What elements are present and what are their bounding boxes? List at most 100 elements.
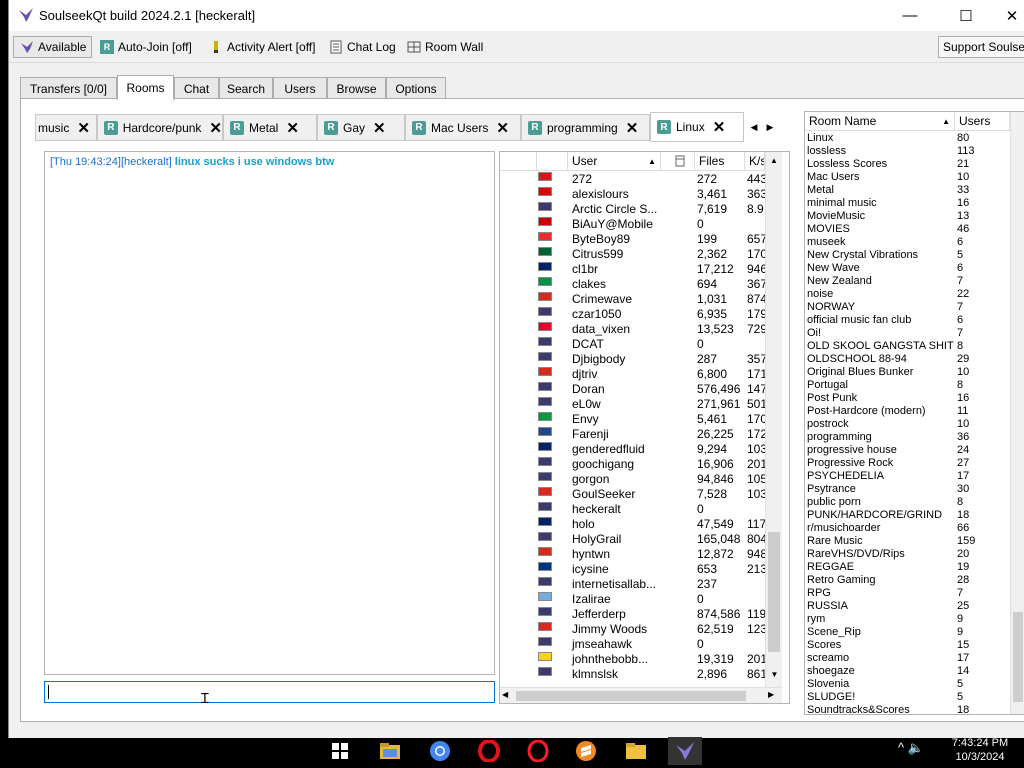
table-row[interactable]: Farenji 26,225 172 [500,427,767,442]
file-column-header[interactable] [661,152,695,171]
list-item[interactable]: official music fan club 6 [805,314,1010,327]
list-item[interactable]: Linux 80 [805,132,1010,145]
table-row[interactable]: Doran 576,496 147 [500,382,767,397]
scroll-down-icon[interactable]: ▼ [766,670,783,679]
taskbar-clock[interactable]: 7:43:24 PM 10/3/2024 [940,736,1020,764]
list-item[interactable]: Rare Music 159 [805,535,1010,548]
flag-column-header[interactable] [537,152,568,171]
table-row[interactable]: Citrus599 2,362 170 [500,247,767,262]
list-item[interactable]: Original Blues Bunker 10 [805,366,1010,379]
auto-join-button[interactable]: R Auto-Join [off] [100,36,192,58]
close-icon[interactable]: ✕ [373,119,386,137]
list-item[interactable]: PSYCHEDELIA 17 [805,470,1010,483]
scroll-right-icon[interactable]: ▶ [768,690,774,699]
opera-gx-icon[interactable] [521,737,555,765]
tab-chat[interactable]: Chat [174,77,219,99]
tab-scroll-right-icon[interactable]: ▶ [763,118,777,136]
list-item[interactable]: Oi! 7 [805,327,1010,340]
list-item[interactable]: MOVIES 46 [805,223,1010,236]
list-item[interactable]: Retro Gaming 28 [805,574,1010,587]
list-item[interactable]: OLDSCHOOL 88-94 29 [805,353,1010,366]
table-row[interactable]: HolyGrail 165,048 804 [500,532,767,547]
user-list-horizontal-scrollbar[interactable]: ◀ ▶ [500,687,782,703]
scrollbar-thumb[interactable] [768,532,780,652]
close-button[interactable]: ✕ [989,0,1024,31]
users-column-header[interactable]: Users [955,112,1010,131]
tab-users[interactable]: Users [273,77,327,99]
list-item[interactable]: RareVHS/DVD/Rips 20 [805,548,1010,561]
title-bar[interactable]: SoulseekQt build 2024.2.1 [heckeralt] — … [9,0,1024,31]
list-item[interactable]: Post Punk 16 [805,392,1010,405]
speed-column-header[interactable]: K/s [745,152,765,171]
table-row[interactable]: alexislours 3,461 363 [500,187,767,202]
soulseek-taskbar-icon[interactable] [668,737,702,765]
tab-browse[interactable]: Browse [327,77,386,99]
close-icon[interactable]: ✕ [713,118,726,136]
list-item[interactable]: r/musichoarder 66 [805,522,1010,535]
table-row[interactable]: DCAT 0 [500,337,765,352]
list-item[interactable]: RUSSIA 25 [805,600,1010,613]
list-item[interactable]: Scores 15 [805,639,1010,652]
table-row[interactable]: holo 47,549 117 [500,517,766,532]
activity-alert-button[interactable]: Activity Alert [off] [209,36,315,58]
chat-input[interactable] [44,681,495,703]
room-tab-programming[interactable]: Rprogramming ✕ [521,114,650,141]
table-row[interactable]: goochigang 16,906 201 [500,457,767,472]
table-row[interactable]: Envy 5,461 170 [500,412,767,427]
list-item[interactable]: Lossless Scores 21 [805,158,1010,171]
close-icon[interactable]: ✕ [77,119,90,137]
tab-transfers[interactable]: Transfers [0/0] [20,77,117,99]
scrollbar-thumb[interactable] [1013,612,1023,702]
table-row[interactable]: data_vixen 13,523 729 [500,322,767,337]
system-tray[interactable]: ^ 🔈 [898,740,924,756]
table-row[interactable]: icysine 653 213 [500,562,767,577]
list-item[interactable]: Slovenia 5 [805,678,1010,691]
room-tab-hardcore-punk[interactable]: R Hardcore/punk ✕ [97,114,223,141]
list-item[interactable]: minimal music 16 [805,197,1010,210]
scroll-up-icon[interactable]: ▲ [766,152,782,169]
list-item[interactable]: Metal 33 [805,184,1010,197]
list-item[interactable]: New Wave 6 [805,262,1010,275]
room-tab-metal[interactable]: R Metal ✕ [223,114,317,141]
sublime-icon[interactable] [569,737,603,765]
table-row[interactable]: jmseahawk 0 [500,637,765,652]
list-item[interactable]: New Zealand 7 [805,275,1010,288]
tab-options[interactable]: Options [386,77,446,99]
table-row[interactable]: klmnslsk 2,896 861 [500,667,767,682]
list-item[interactable]: Post-Hardcore (modern) 11 [805,405,1010,418]
status-available-button[interactable]: Available [13,36,92,58]
table-row[interactable]: Djbigbody 287 357 [500,352,767,367]
message-user[interactable]: [heckeralt] [121,156,172,168]
room-tab-mac-users[interactable]: R Mac Users ✕ [405,114,521,141]
windows-start-icon[interactable] [323,737,357,765]
close-icon[interactable]: ✕ [496,119,509,137]
list-item[interactable]: Soundtracks&Scores 18 [805,704,1010,714]
room-tab-linux[interactable]: R Linux ✕ [650,112,744,142]
list-item[interactable]: New Crystal Vibrations 5 [805,249,1010,262]
list-item[interactable]: Portugal 8 [805,379,1010,392]
list-item[interactable]: Progressive Rock 27 [805,457,1010,470]
maximize-button[interactable]: ☐ [943,0,989,31]
close-icon[interactable]: ✕ [209,119,222,137]
table-row[interactable]: heckeralt 0 [500,502,765,517]
user-list[interactable]: User ▲ Files K/s 272 272 443 alexislours 3,46… [499,151,790,704]
table-row[interactable]: 272 272 443 [500,172,767,187]
user-column-header[interactable]: User ▲ [568,152,661,171]
list-item[interactable]: noise 22 [805,288,1010,301]
list-item[interactable]: MovieMusic 13 [805,210,1010,223]
close-icon[interactable]: ✕ [286,119,299,137]
list-item[interactable]: SLUDGE! 5 [805,691,1010,704]
list-item[interactable]: NORWAY 7 [805,301,1010,314]
table-row[interactable]: djtriv 6,800 171 [500,367,767,382]
table-row[interactable]: Arctic Circle S... 7,619 8.9 [500,202,765,217]
chat-log[interactable]: [Thu 19:43:24][heckeralt] linux sucks i … [44,151,495,675]
files-column-header[interactable]: Files [695,152,745,171]
scrollbar-thumb[interactable] [516,691,746,701]
room-wall-button[interactable]: Room Wall [407,36,483,58]
list-item[interactable]: RPG 7 [805,587,1010,600]
table-row[interactable]: internetisallab... 237 [500,577,765,592]
room-tab-gay[interactable]: R Gay ✕ [317,114,405,141]
list-item[interactable]: programming 36 [805,431,1010,444]
folder-icon[interactable] [619,737,653,765]
opera-icon[interactable] [472,737,506,765]
